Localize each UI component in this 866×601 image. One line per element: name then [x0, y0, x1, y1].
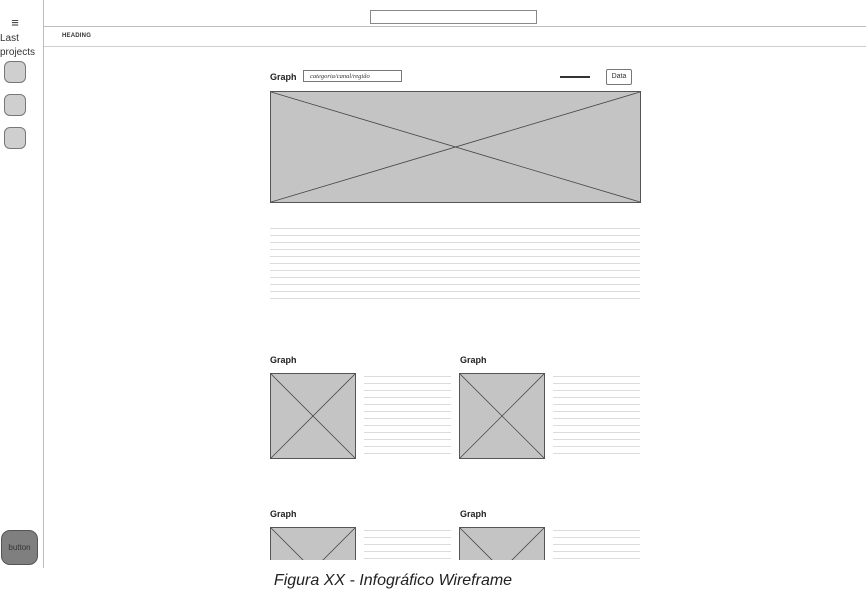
graph-placeholder-r1-right — [459, 373, 545, 459]
text-lines-r2-right — [553, 530, 640, 560]
text-lines-r1-right — [553, 376, 640, 460]
text-lines-r2-left — [364, 530, 451, 560]
graph-title-r2-left: Graph — [270, 509, 297, 519]
data-button[interactable]: Data — [606, 69, 632, 85]
graph-placeholder-r1-left — [270, 373, 356, 459]
sidebar-bottom-button[interactable]: button — [1, 530, 38, 565]
heading-bar — [44, 27, 866, 47]
sidebar — [0, 0, 44, 568]
image-placeholder-icon — [460, 528, 544, 560]
image-placeholder-icon — [271, 528, 355, 560]
main-graph-title: Graph — [270, 72, 297, 82]
last-projects-label: Last projects — [0, 32, 42, 60]
category-filter-input[interactable]: categoria/canal/região — [303, 70, 402, 82]
image-placeholder-icon — [271, 92, 640, 202]
graph-title-r1-left: Graph — [270, 355, 297, 365]
text-lines-r1-left — [364, 376, 451, 460]
image-placeholder-icon — [271, 374, 355, 458]
project-button-2[interactable] — [4, 94, 26, 116]
text-lines-block — [270, 228, 640, 305]
project-button-1[interactable] — [4, 61, 26, 83]
main-graph-placeholder — [270, 91, 641, 203]
search-input[interactable] — [370, 10, 537, 24]
graph-placeholder-r2-right-clip — [459, 527, 545, 560]
last-projects-label-line1: Last — [0, 33, 19, 44]
figure-caption: Figura XX - Infográfico Wireframe — [273, 572, 513, 589]
graph-title-r1-right: Graph — [460, 355, 487, 365]
image-placeholder-icon — [460, 374, 544, 458]
page-heading: HEADING — [62, 33, 92, 39]
graph-placeholder-r2-right — [459, 527, 545, 560]
graph-placeholder-r2-left — [270, 527, 356, 560]
last-projects-label-line2: projects — [0, 47, 36, 58]
legend-line — [560, 76, 590, 78]
graph-title-r2-right: Graph — [460, 509, 487, 519]
hamburger-menu-icon[interactable]: ≡ — [6, 16, 24, 30]
project-button-3[interactable] — [4, 127, 26, 149]
graph-placeholder-r2-left-clip — [270, 527, 356, 560]
